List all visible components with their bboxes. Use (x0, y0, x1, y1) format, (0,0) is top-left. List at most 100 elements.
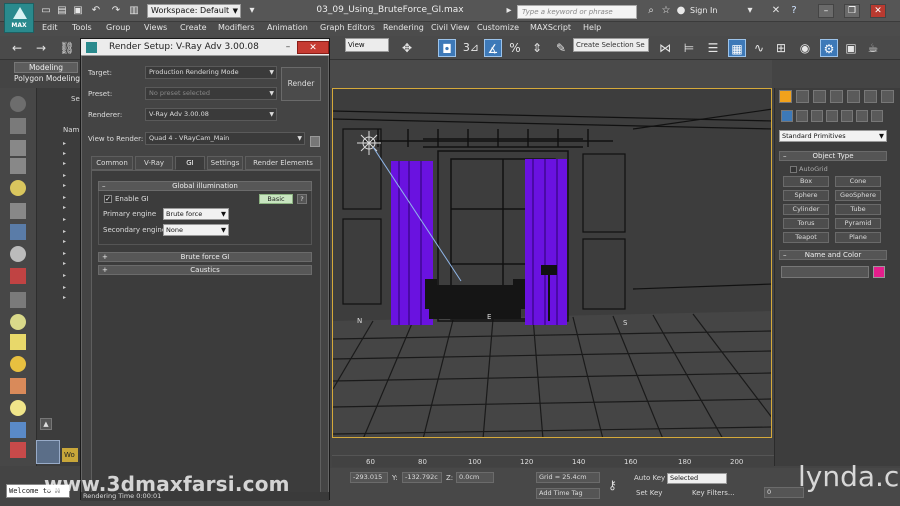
sign-in-link[interactable]: Sign In (690, 6, 717, 15)
user-icon[interactable]: ● (675, 5, 687, 17)
space-warps-icon[interactable] (856, 110, 868, 122)
renderer-dropdown[interactable]: V-Ray Adv 3.00.08 ▼ (145, 108, 277, 121)
perspective-viewport[interactable]: N E S (332, 88, 772, 438)
teapot-icon[interactable] (10, 96, 26, 112)
display-panel-icon[interactable] (847, 90, 860, 103)
restore-button[interactable]: ❐ (844, 4, 860, 18)
dialog-title-bar[interactable]: Render Setup: V-Ray Adv 3.00.08 – ✕ (81, 39, 329, 56)
schematic-view-icon[interactable]: ⊞ (772, 39, 790, 57)
redo-icon[interactable]: ↷ (110, 5, 122, 17)
mirror-icon[interactable]: ⋈ (656, 39, 674, 57)
hierarchy-panel-icon[interactable] (813, 90, 826, 103)
search-icon[interactable]: ⌕ (645, 5, 657, 17)
render-button[interactable]: Render (281, 67, 321, 101)
box-button[interactable]: Box (783, 176, 829, 187)
motion-panel-icon[interactable] (830, 90, 843, 103)
link-icon[interactable]: ⛓ (58, 39, 76, 57)
menu-help[interactable]: Help (583, 23, 601, 32)
render-setup-icon[interactable]: ⚙ (820, 39, 838, 57)
tube-button[interactable]: Tube (835, 204, 881, 215)
camera-icon[interactable] (10, 268, 26, 284)
lock-icon[interactable] (310, 136, 320, 147)
menu-views[interactable]: Views (144, 23, 167, 32)
menu-group[interactable]: Group (106, 23, 130, 32)
brute-force-gi-rollout[interactable]: + Brute force GI (98, 252, 312, 262)
cylinder-button[interactable]: Cylinder (783, 204, 829, 215)
use-pivot-icon[interactable]: ◘ (438, 39, 456, 57)
menu-graph-editors[interactable]: Graph Editors (320, 23, 375, 32)
curve-editor-icon[interactable]: ∿ (750, 39, 768, 57)
tree-expand-icon[interactable]: ▸ (63, 272, 77, 280)
proxy-icon[interactable] (10, 442, 26, 458)
dialog-minimize-button[interactable]: – (281, 41, 295, 54)
communication-center-icon[interactable]: ☆ (660, 5, 672, 17)
caustics-rollout[interactable]: + Caustics (98, 265, 312, 275)
fur-icon[interactable] (10, 422, 26, 438)
angle-snap-icon[interactable]: ∡ (484, 39, 502, 57)
quick-access-menu-icon[interactable]: ▾ (246, 5, 258, 17)
systems-icon[interactable] (871, 110, 883, 122)
shapes-icon[interactable] (796, 110, 808, 122)
help-button[interactable]: ? (297, 194, 307, 204)
undo-icon[interactable]: ↶ (90, 5, 102, 17)
menu-rendering[interactable]: Rendering (383, 23, 424, 32)
lights-icon[interactable] (811, 110, 823, 122)
light-icon[interactable] (10, 180, 26, 196)
z-coordinate-field[interactable]: 0.0cm (456, 472, 494, 483)
hammer-icon[interactable] (881, 90, 894, 103)
layers-icon[interactable] (10, 158, 26, 174)
grid-icon[interactable] (10, 203, 26, 219)
tab-common[interactable]: Common (91, 156, 133, 170)
geometry-icon[interactable] (781, 110, 793, 122)
tree-expand-icon[interactable]: ▸ (63, 150, 77, 158)
menu-create[interactable]: Create (180, 23, 207, 32)
set-key-button[interactable]: Set Key (636, 489, 662, 497)
sphere-icon[interactable] (10, 224, 26, 240)
tree-expand-icon[interactable]: ▸ (63, 194, 77, 202)
target-dropdown[interactable]: Production Rendering Mode ▼ (145, 66, 277, 79)
cameras-icon[interactable] (826, 110, 838, 122)
dialog-close-button[interactable]: ✕ (297, 41, 329, 54)
global-illumination-rollout[interactable]: – Global illumination (98, 181, 312, 191)
tree-expand-icon[interactable]: ▸ (63, 228, 77, 236)
pyramid-button[interactable]: Pyramid (835, 218, 881, 229)
view-to-render-dropdown[interactable]: Quad 4 - VRayCam_Main ▼ (145, 132, 305, 145)
menu-tools[interactable]: Tools (72, 23, 92, 32)
rendered-frame-window-icon[interactable]: ▣ (842, 39, 860, 57)
tree-expand-icon[interactable]: ▸ (63, 172, 77, 180)
spinner-snap-icon[interactable]: ⇕ (528, 39, 546, 57)
minimize-button[interactable]: – (818, 4, 834, 18)
close-app-button[interactable]: ✕ (870, 4, 886, 18)
tab-render-elements[interactable]: Render Elements (245, 156, 321, 170)
tab-vray[interactable]: V-Ray (135, 156, 173, 170)
sun-icon[interactable] (10, 356, 26, 372)
preset-dropdown[interactable]: No preset selected ▼ (145, 87, 277, 100)
help-menu-icon[interactable]: ▾ (744, 5, 756, 17)
plane-button[interactable]: Plane (835, 232, 881, 243)
tree-expand-icon[interactable]: ▸ (63, 160, 77, 168)
material-icon[interactable] (10, 118, 26, 134)
enable-gi-checkbox[interactable]: ✓ (104, 195, 112, 203)
reference-coordinate-dropdown[interactable]: View (345, 38, 389, 52)
name-column-header[interactable]: Nam (63, 126, 79, 134)
basic-mode-button[interactable]: Basic (259, 194, 293, 204)
layer-manager-icon[interactable]: ☰ (704, 39, 722, 57)
menu-animation[interactable]: Animation (267, 23, 308, 32)
autogrid-checkbox[interactable] (790, 166, 797, 173)
tree-expand-icon[interactable]: ▸ (63, 294, 77, 302)
object-name-field[interactable] (781, 266, 869, 278)
application-logo[interactable]: MAX (4, 3, 34, 33)
create-panel-icon[interactable] (779, 90, 792, 103)
menu-customize[interactable]: Customize (477, 23, 519, 32)
cone-icon[interactable] (10, 378, 26, 394)
align-icon[interactable]: ⊨ (680, 39, 698, 57)
sphere-button[interactable]: Sphere (783, 190, 829, 201)
add-time-tag-button[interactable]: Add Time Tag (536, 488, 600, 499)
render-production-icon[interactable]: ☕ (864, 39, 882, 57)
scene-explorer-icon[interactable]: ▦ (728, 39, 746, 57)
percent-snap-icon[interactable]: % (506, 39, 524, 57)
tree-expand-icon[interactable]: ▸ (63, 284, 77, 292)
key-icon[interactable]: ⚷ (608, 478, 617, 492)
omni-light-icon[interactable] (10, 334, 26, 350)
redo-icon[interactable]: → (32, 39, 50, 57)
